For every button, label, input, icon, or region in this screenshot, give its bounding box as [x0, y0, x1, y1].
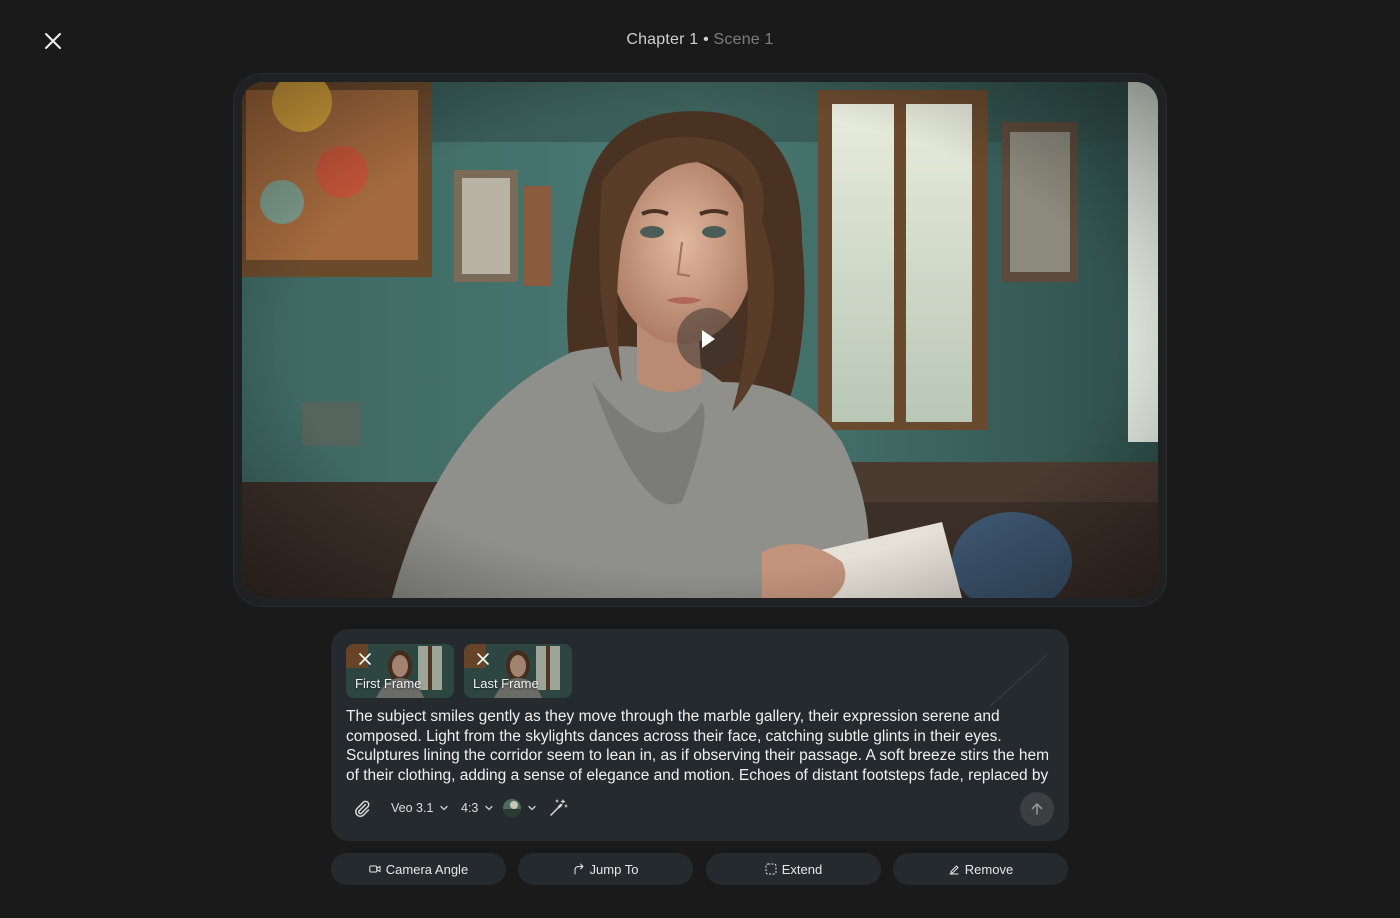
camera-angle-button[interactable]: Camera Angle — [331, 853, 506, 885]
extend-frame-icon — [765, 863, 777, 875]
resize-handle-icon[interactable] — [987, 653, 1049, 709]
first-frame-thumbnail[interactable]: First Frame — [346, 644, 454, 698]
video-player — [234, 74, 1166, 606]
remove-frame-icon[interactable] — [358, 652, 372, 666]
extend-label: Extend — [781, 861, 823, 877]
eraser-icon — [949, 865, 959, 875]
chevron-down-icon — [528, 805, 536, 811]
last-frame-label: Last Frame — [473, 676, 539, 691]
remove-button[interactable]: Remove — [893, 853, 1068, 885]
redo-arrow-icon — [574, 863, 584, 875]
remove-label: Remove — [964, 861, 1014, 877]
chapter-label: Chapter 1 — [626, 31, 699, 48]
prompt-toolbar: Veo 3.1 4:3 — [346, 792, 1054, 826]
scene-actions: Camera Angle Jump To Extend Remove — [331, 853, 1069, 885]
first-frame-label: First Frame — [355, 676, 422, 691]
play-icon — [702, 330, 715, 348]
jump-to-button[interactable]: Jump To — [518, 853, 693, 885]
remove-frame-icon[interactable] — [476, 652, 490, 666]
paperclip-icon — [355, 800, 370, 818]
extend-button[interactable]: Extend — [706, 853, 881, 885]
chevron-down-icon — [485, 805, 494, 811]
chevron-down-icon — [440, 805, 449, 811]
camera-angle-label: Camera Angle — [385, 861, 469, 877]
prompt-textarea[interactable]: The subject smiles gently as they move t… — [346, 707, 1056, 787]
last-frame-thumbnail[interactable]: Last Frame — [464, 644, 572, 698]
magic-wand-icon — [550, 799, 568, 816]
attach-button[interactable] — [352, 793, 372, 823]
aspect-ratio-select[interactable]: 4:3 — [461, 793, 494, 823]
style-thumbnail-icon — [503, 799, 521, 817]
jump-to-label: Jump To — [589, 861, 639, 877]
scene-label: Scene 1 — [713, 31, 774, 48]
prompt-card: First Frame Last Frame The subject smile… — [331, 629, 1069, 841]
aspect-ratio-value: 4:3 — [461, 801, 479, 815]
play-button[interactable] — [677, 308, 739, 370]
video-camera-icon — [369, 865, 381, 873]
model-select-value: Veo 3.1 — [391, 801, 434, 815]
title-separator: • — [703, 31, 709, 48]
enhance-prompt-button[interactable] — [548, 793, 568, 823]
model-select[interactable]: Veo 3.1 — [391, 793, 449, 823]
send-button[interactable] — [1020, 792, 1054, 826]
video-preview[interactable] — [242, 82, 1158, 598]
arrow-up-icon — [1031, 803, 1043, 815]
page-title: Chapter 1 • Scene 1 — [0, 31, 1400, 49]
style-select[interactable] — [503, 793, 537, 823]
